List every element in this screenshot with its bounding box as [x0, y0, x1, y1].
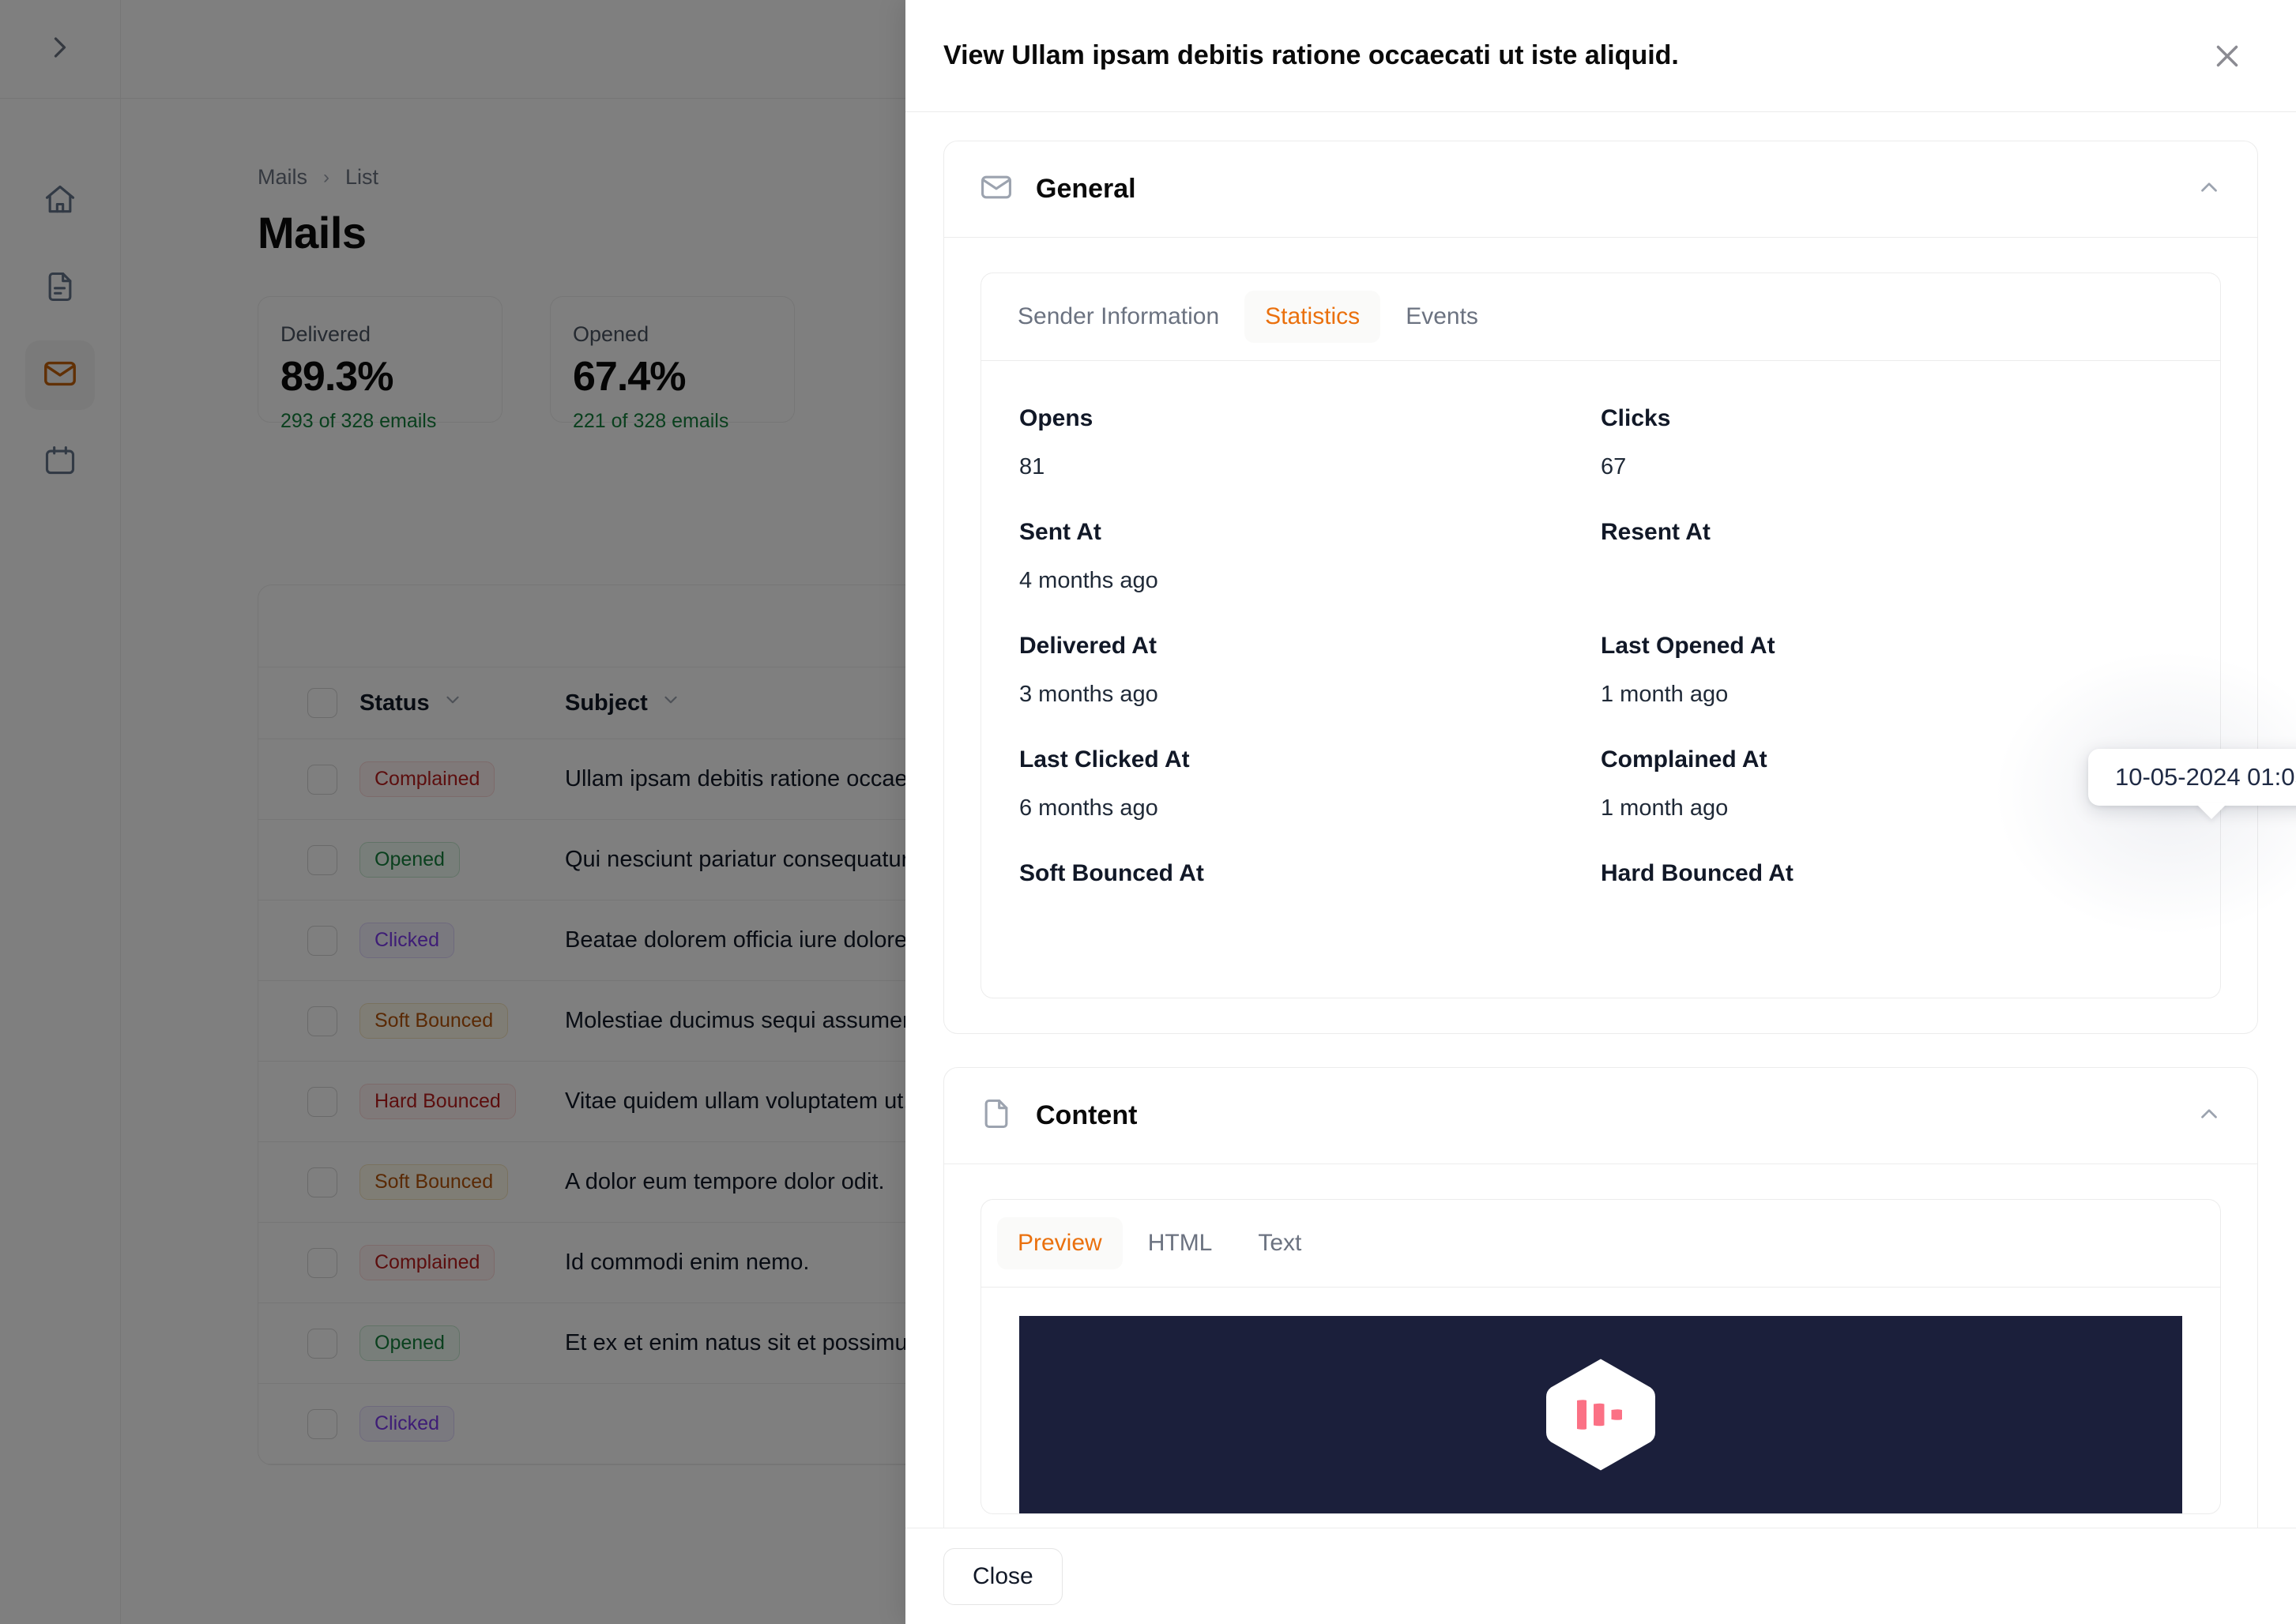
tab-text[interactable]: Text [1237, 1217, 1322, 1269]
field-opens: Opens 81 [1019, 388, 1601, 502]
field-last-clicked-at: Last Clicked At 6 months ago [1019, 729, 1601, 843]
tab-events[interactable]: Events [1385, 291, 1499, 343]
content-tabs-card: Preview HTML Text [981, 1199, 2221, 1514]
field-sent-at: Sent At 4 months ago [1019, 502, 1601, 615]
hexagon-logo [1541, 1355, 1660, 1474]
date-tooltip: 10-05-2024 01:05 [2088, 749, 2296, 806]
preview-banner [1019, 1316, 2182, 1513]
field-label: Delivered At [1019, 633, 1601, 660]
field-hard-bounced-at: Hard Bounced At [1601, 843, 2182, 957]
mail-icon [979, 170, 1014, 209]
field-value: 67 [1601, 454, 2182, 481]
chevron-up-icon[interactable] [2196, 174, 2223, 205]
tab-html[interactable]: HTML [1127, 1217, 1233, 1269]
view-mail-modal: View Ullam ipsam debitis ratione occaeca… [905, 0, 2296, 1624]
tab-sender-information[interactable]: Sender Information [997, 291, 1240, 343]
field-value [1601, 568, 2182, 595]
tab-preview[interactable]: Preview [997, 1217, 1123, 1269]
modal-body: General Sender Information Statistics Ev… [905, 112, 2296, 1528]
content-section: Content Preview HTML Text [943, 1067, 2258, 1528]
general-tabs: Sender Information Statistics Events [981, 273, 2220, 361]
field-clicks: Clicks 67 [1601, 388, 2182, 502]
tooltip-text: 10-05-2024 01:05 [2088, 749, 2296, 806]
modal-title: View Ullam ipsam debitis ratione occaeca… [943, 40, 1679, 71]
modal-header: View Ullam ipsam debitis ratione occaeca… [905, 0, 2296, 112]
chevron-up-icon[interactable] [2196, 1100, 2223, 1131]
field-value [1601, 909, 2182, 936]
field-label: Clicks [1601, 405, 2182, 432]
field-resent-at: Resent At [1601, 502, 2182, 615]
close-button[interactable]: Close [943, 1548, 1063, 1605]
field-delivered-at: Delivered At 3 months ago [1019, 615, 1601, 729]
general-section-title: General [1036, 174, 1136, 205]
field-label: Soft Bounced At [1019, 860, 1601, 887]
field-value[interactable]: 6 months ago [1019, 795, 1601, 822]
field-label: Last Clicked At [1019, 746, 1601, 773]
close-icon[interactable] [2209, 38, 2245, 74]
field-last-opened-at: Last Opened At 1 month ago [1601, 615, 2182, 729]
modal-backdrop[interactable] [0, 0, 905, 1624]
field-value [1019, 909, 1601, 936]
tooltip-arrow [2196, 803, 2227, 819]
statistics-grid: Opens 81 Clicks 67 Sent At 4 months ago [981, 361, 2220, 998]
content-section-title: Content [1036, 1100, 1137, 1131]
tab-statistics[interactable]: Statistics [1244, 291, 1380, 343]
field-value[interactable]: 1 month ago [1601, 682, 2182, 709]
general-tabs-card: Sender Information Statistics Events Ope… [981, 273, 2221, 998]
field-value: 81 [1019, 454, 1601, 481]
general-section: General Sender Information Statistics Ev… [943, 141, 2258, 1034]
field-label: Last Opened At [1601, 633, 2182, 660]
content-section-header[interactable]: Content [944, 1068, 2257, 1164]
field-label: Opens [1019, 405, 1601, 432]
field-label: Hard Bounced At [1601, 860, 2182, 887]
field-value[interactable]: 4 months ago [1019, 568, 1601, 595]
field-soft-bounced-at: Soft Bounced At [1019, 843, 1601, 957]
document-icon [979, 1096, 1014, 1135]
content-tabs: Preview HTML Text [981, 1200, 2220, 1288]
field-value[interactable]: 3 months ago [1019, 682, 1601, 709]
field-label: Sent At [1019, 519, 1601, 546]
email-preview [981, 1316, 2220, 1513]
field-label: Resent At [1601, 519, 2182, 546]
modal-footer: Close [905, 1528, 2296, 1624]
general-section-header[interactable]: General [944, 141, 2257, 238]
